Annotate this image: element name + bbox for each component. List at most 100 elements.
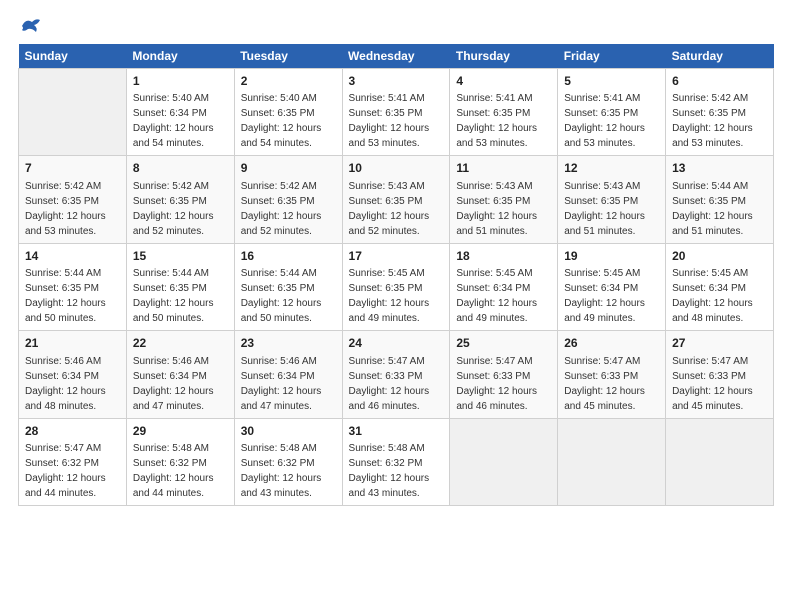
day-info: Sunrise: 5:42 AMSunset: 6:35 PMDaylight:… xyxy=(25,179,120,239)
day-cell: 11Sunrise: 5:43 AMSunset: 6:35 PMDayligh… xyxy=(450,156,558,243)
day-info: Sunrise: 5:47 AMSunset: 6:33 PMDaylight:… xyxy=(349,354,444,414)
day-number: 27 xyxy=(672,335,767,352)
day-info: Sunrise: 5:43 AMSunset: 6:35 PMDaylight:… xyxy=(349,179,444,239)
day-info: Sunrise: 5:45 AMSunset: 6:35 PMDaylight:… xyxy=(349,266,444,326)
day-number: 19 xyxy=(564,248,659,265)
day-cell xyxy=(666,418,774,505)
day-number: 16 xyxy=(241,248,336,265)
page: SundayMondayTuesdayWednesdayThursdayFrid… xyxy=(0,0,792,612)
day-info: Sunrise: 5:47 AMSunset: 6:33 PMDaylight:… xyxy=(564,354,659,414)
day-info: Sunrise: 5:45 AMSunset: 6:34 PMDaylight:… xyxy=(564,266,659,326)
day-cell: 15Sunrise: 5:44 AMSunset: 6:35 PMDayligh… xyxy=(126,243,234,330)
day-number: 18 xyxy=(456,248,551,265)
day-number: 31 xyxy=(349,423,444,440)
header-cell-friday: Friday xyxy=(558,44,666,69)
day-info: Sunrise: 5:44 AMSunset: 6:35 PMDaylight:… xyxy=(133,266,228,326)
day-info: Sunrise: 5:42 AMSunset: 6:35 PMDaylight:… xyxy=(133,179,228,239)
header-cell-monday: Monday xyxy=(126,44,234,69)
logo xyxy=(18,18,42,34)
day-number: 3 xyxy=(349,73,444,90)
day-cell: 30Sunrise: 5:48 AMSunset: 6:32 PMDayligh… xyxy=(234,418,342,505)
day-number: 23 xyxy=(241,335,336,352)
header-cell-thursday: Thursday xyxy=(450,44,558,69)
day-number: 14 xyxy=(25,248,120,265)
week-row-4: 21 Sunrise: 5:46 AMSunset: 6:34 PMDayligh… xyxy=(19,331,774,418)
day-number: 10 xyxy=(349,160,444,177)
day-number: 22 xyxy=(133,335,228,352)
day-number: 6 xyxy=(672,73,767,90)
day-cell: 4Sunrise: 5:41 AMSunset: 6:35 PMDaylight… xyxy=(450,69,558,156)
day-cell: 9 Sunrise: 5:42 AMSunset: 6:35 PMDaylight… xyxy=(234,156,342,243)
day-cell: 6Sunrise: 5:42 AMSunset: 6:35 PMDaylight… xyxy=(666,69,774,156)
day-number: 5 xyxy=(564,73,659,90)
day-info: Sunrise: 5:48 AMSunset: 6:32 PMDaylight:… xyxy=(241,441,336,501)
day-cell xyxy=(19,69,127,156)
day-cell: 7 Sunrise: 5:42 AMSunset: 6:35 PMDaylight… xyxy=(19,156,127,243)
header-row: SundayMondayTuesdayWednesdayThursdayFrid… xyxy=(19,44,774,69)
day-number: 25 xyxy=(456,335,551,352)
logo-bird-icon xyxy=(20,16,42,34)
day-number: 12 xyxy=(564,160,659,177)
day-info: Sunrise: 5:44 AMSunset: 6:35 PMDaylight:… xyxy=(672,179,767,239)
week-row-5: 28Sunrise: 5:47 AMSunset: 6:32 PMDayligh… xyxy=(19,418,774,505)
day-number: 8 xyxy=(133,160,228,177)
day-number: 9 xyxy=(241,160,336,177)
day-info: Sunrise: 5:43 AMSunset: 6:35 PMDaylight:… xyxy=(564,179,659,239)
day-cell: 25 Sunrise: 5:47 AMSunset: 6:33 PMDayligh… xyxy=(450,331,558,418)
day-info: Sunrise: 5:47 AMSunset: 6:33 PMDaylight:… xyxy=(456,354,551,414)
day-cell: 20Sunrise: 5:45 AMSunset: 6:34 PMDayligh… xyxy=(666,243,774,330)
day-info: Sunrise: 5:46 AMSunset: 6:34 PMDaylight:… xyxy=(241,354,336,414)
day-number: 28 xyxy=(25,423,120,440)
day-cell: 26Sunrise: 5:47 AMSunset: 6:33 PMDayligh… xyxy=(558,331,666,418)
day-number: 1 xyxy=(133,73,228,90)
day-number: 29 xyxy=(133,423,228,440)
header xyxy=(18,18,774,34)
day-cell xyxy=(450,418,558,505)
day-info: Sunrise: 5:40 AMSunset: 6:35 PMDaylight:… xyxy=(241,91,336,151)
header-cell-saturday: Saturday xyxy=(666,44,774,69)
day-info: Sunrise: 5:47 AMSunset: 6:32 PMDaylight:… xyxy=(25,441,120,501)
day-info: Sunrise: 5:41 AMSunset: 6:35 PMDaylight:… xyxy=(349,91,444,151)
day-number: 7 xyxy=(25,160,120,177)
day-info: Sunrise: 5:48 AMSunset: 6:32 PMDaylight:… xyxy=(133,441,228,501)
day-cell: 29Sunrise: 5:48 AMSunset: 6:32 PMDayligh… xyxy=(126,418,234,505)
week-row-3: 14Sunrise: 5:44 AMSunset: 6:35 PMDayligh… xyxy=(19,243,774,330)
day-cell: 3Sunrise: 5:41 AMSunset: 6:35 PMDaylight… xyxy=(342,69,450,156)
day-cell: 23 Sunrise: 5:46 AMSunset: 6:34 PMDayligh… xyxy=(234,331,342,418)
day-cell: 12 Sunrise: 5:43 AMSunset: 6:35 PMDayligh… xyxy=(558,156,666,243)
day-cell: 10 Sunrise: 5:43 AMSunset: 6:35 PMDayligh… xyxy=(342,156,450,243)
day-number: 15 xyxy=(133,248,228,265)
day-info: Sunrise: 5:44 AMSunset: 6:35 PMDaylight:… xyxy=(25,266,120,326)
day-cell: 14Sunrise: 5:44 AMSunset: 6:35 PMDayligh… xyxy=(19,243,127,330)
day-cell: 31Sunrise: 5:48 AMSunset: 6:32 PMDayligh… xyxy=(342,418,450,505)
day-info: Sunrise: 5:41 AMSunset: 6:35 PMDaylight:… xyxy=(456,91,551,151)
day-cell: 22 Sunrise: 5:46 AMSunset: 6:34 PMDayligh… xyxy=(126,331,234,418)
day-number: 13 xyxy=(672,160,767,177)
day-info: Sunrise: 5:41 AMSunset: 6:35 PMDaylight:… xyxy=(564,91,659,151)
day-cell: 19Sunrise: 5:45 AMSunset: 6:34 PMDayligh… xyxy=(558,243,666,330)
day-cell: 16Sunrise: 5:44 AMSunset: 6:35 PMDayligh… xyxy=(234,243,342,330)
day-info: Sunrise: 5:48 AMSunset: 6:32 PMDaylight:… xyxy=(349,441,444,501)
day-info: Sunrise: 5:45 AMSunset: 6:34 PMDaylight:… xyxy=(672,266,767,326)
day-number: 21 xyxy=(25,335,120,352)
day-cell xyxy=(558,418,666,505)
day-cell: 8 Sunrise: 5:42 AMSunset: 6:35 PMDaylight… xyxy=(126,156,234,243)
day-cell: 28Sunrise: 5:47 AMSunset: 6:32 PMDayligh… xyxy=(19,418,127,505)
day-number: 11 xyxy=(456,160,551,177)
day-info: Sunrise: 5:44 AMSunset: 6:35 PMDaylight:… xyxy=(241,266,336,326)
header-cell-tuesday: Tuesday xyxy=(234,44,342,69)
day-cell: 24Sunrise: 5:47 AMSunset: 6:33 PMDayligh… xyxy=(342,331,450,418)
day-info: Sunrise: 5:42 AMSunset: 6:35 PMDaylight:… xyxy=(241,179,336,239)
day-number: 20 xyxy=(672,248,767,265)
day-info: Sunrise: 5:47 AMSunset: 6:33 PMDaylight:… xyxy=(672,354,767,414)
header-cell-wednesday: Wednesday xyxy=(342,44,450,69)
day-info: Sunrise: 5:46 AMSunset: 6:34 PMDaylight:… xyxy=(133,354,228,414)
day-cell: 5Sunrise: 5:41 AMSunset: 6:35 PMDaylight… xyxy=(558,69,666,156)
day-cell: 17Sunrise: 5:45 AMSunset: 6:35 PMDayligh… xyxy=(342,243,450,330)
day-number: 30 xyxy=(241,423,336,440)
week-row-1: 1Sunrise: 5:40 AMSunset: 6:34 PMDaylight… xyxy=(19,69,774,156)
day-number: 2 xyxy=(241,73,336,90)
week-row-2: 7 Sunrise: 5:42 AMSunset: 6:35 PMDaylight… xyxy=(19,156,774,243)
day-number: 4 xyxy=(456,73,551,90)
day-info: Sunrise: 5:42 AMSunset: 6:35 PMDaylight:… xyxy=(672,91,767,151)
